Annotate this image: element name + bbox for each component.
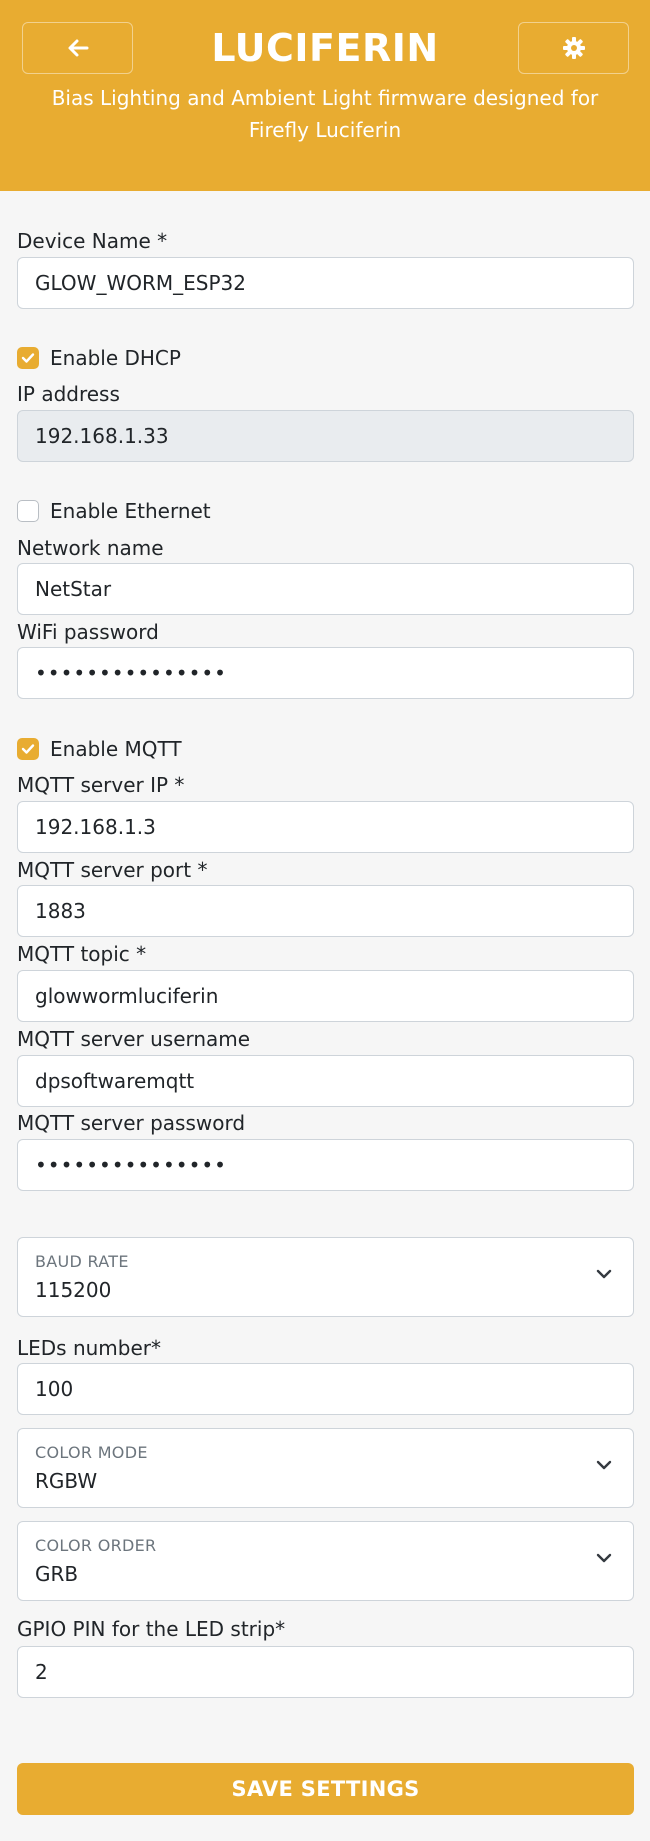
gear-icon	[562, 37, 585, 59]
ip-address-label: IP address	[17, 382, 120, 406]
baud-rate-value: 115200	[35, 1278, 112, 1302]
wifi-password-label: WiFi password	[17, 620, 159, 644]
mqtt-server-ip-input[interactable]: 192.168.1.3	[17, 801, 634, 853]
settings-button[interactable]	[518, 22, 629, 74]
checkbox-checked-icon	[17, 347, 39, 369]
mqtt-server-port-input[interactable]: 1883	[17, 885, 634, 937]
wifi-password-input[interactable]: •••••••••••••••	[17, 647, 634, 699]
mqtt-server-ip-label: MQTT server IP *	[17, 773, 185, 797]
page-title: LUCIFERIN	[211, 26, 439, 70]
baud-rate-label: BAUD RATE	[35, 1252, 129, 1271]
save-settings-button[interactable]: SAVE SETTINGS	[17, 1763, 634, 1815]
arrow-left-icon	[68, 39, 88, 57]
enable-mqtt-label: Enable MQTT	[50, 737, 182, 761]
page-subtitle: Bias Lighting and Ambient Light firmware…	[51, 86, 599, 142]
gpio-pin-input[interactable]: 2	[17, 1646, 634, 1698]
network-name-input[interactable]: NetStar	[17, 563, 634, 615]
checkbox-unchecked-icon	[17, 500, 39, 522]
chevron-down-icon	[596, 1553, 612, 1563]
mqtt-username-label: MQTT server username	[17, 1027, 251, 1051]
mqtt-username-input[interactable]: dpsoftwaremqtt	[17, 1055, 634, 1107]
device-name-label: Device Name *	[17, 229, 168, 253]
app-header: LUCIFERIN Bias Lighting and Ambient Ligh…	[0, 0, 650, 191]
network-name-label: Network name	[17, 536, 164, 560]
baud-rate-select[interactable]: BAUD RATE 115200	[17, 1237, 634, 1317]
ip-address-input: 192.168.1.33	[17, 410, 634, 462]
enable-dhcp-label: Enable DHCP	[50, 346, 181, 370]
color-order-value: GRB	[35, 1562, 79, 1586]
leds-number-label: LEDs number*	[17, 1336, 162, 1360]
mqtt-server-port-label: MQTT server port *	[17, 858, 208, 882]
enable-mqtt-checkbox[interactable]: Enable MQTT	[17, 736, 182, 762]
gpio-pin-label: GPIO PIN for the LED strip*	[17, 1617, 286, 1641]
color-mode-value: RGBW	[35, 1469, 98, 1493]
enable-ethernet-label: Enable Ethernet	[50, 499, 211, 523]
enable-dhcp-checkbox[interactable]: Enable DHCP	[17, 345, 181, 371]
mqtt-password-input[interactable]: •••••••••••••••	[17, 1139, 634, 1191]
mqtt-topic-input[interactable]: glowwormluciferin	[17, 970, 634, 1022]
color-mode-select[interactable]: COLOR MODE RGBW	[17, 1428, 634, 1508]
enable-ethernet-checkbox[interactable]: Enable Ethernet	[17, 498, 211, 524]
device-name-input[interactable]: GLOW_WORM_ESP32	[17, 257, 634, 309]
color-mode-label: COLOR MODE	[35, 1443, 148, 1462]
chevron-down-icon	[596, 1460, 612, 1470]
checkbox-checked-icon	[17, 738, 39, 760]
leds-number-input[interactable]: 100	[17, 1363, 634, 1415]
mqtt-topic-label: MQTT topic *	[17, 942, 147, 966]
chevron-down-icon	[596, 1269, 612, 1279]
mqtt-password-label: MQTT server password	[17, 1111, 246, 1135]
color-order-select[interactable]: COLOR ORDER GRB	[17, 1521, 634, 1601]
color-order-label: COLOR ORDER	[35, 1536, 157, 1555]
back-button[interactable]	[22, 22, 133, 74]
